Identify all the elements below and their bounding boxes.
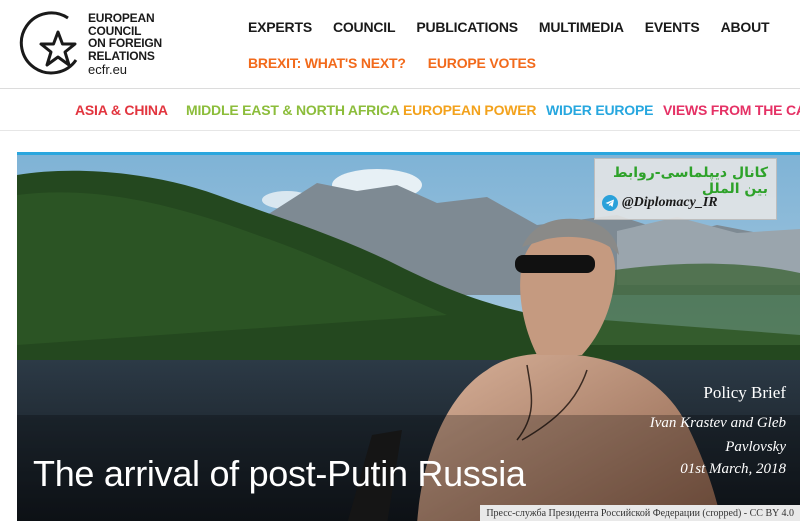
featured-navigation: BREXIT: WHAT'S NEXT? EUROPE VOTES xyxy=(248,55,558,71)
nav-brexit[interactable]: BREXIT: WHAT'S NEXT? xyxy=(248,55,406,71)
category-views-from-capitals[interactable]: VIEWS FROM THE CAP xyxy=(663,102,800,118)
nav-experts[interactable]: EXPERTS xyxy=(248,19,312,35)
logo-line: ON FOREIGN xyxy=(88,36,163,50)
logo-wordmark: EUROPEAN COUNCIL ON FOREIGN RELATIONS xyxy=(88,12,162,62)
telegram-icon xyxy=(602,195,618,211)
nav-about[interactable]: ABOUT xyxy=(721,19,770,35)
top-navigation: EXPERTS COUNCIL PUBLICATIONS MULTIMEDIA … xyxy=(248,19,790,35)
publication-date: 01st March, 2018 xyxy=(680,461,786,477)
nav-europe-votes[interactable]: EUROPE VOTES xyxy=(428,55,536,71)
nav-multimedia[interactable]: MULTIMEDIA xyxy=(539,19,624,35)
logo-line: RELATIONS xyxy=(88,48,155,63)
logo-url: ecfr.eu xyxy=(88,62,128,77)
watermark-channel-name: کانال دیپلماسی-روابط بین الملل xyxy=(613,165,768,197)
photo-credit: Пресс-служба Президента Российской Федер… xyxy=(480,505,800,521)
nav-publications[interactable]: PUBLICATIONS xyxy=(416,19,518,35)
category-bar: ASIA & CHINA MIDDLE EAST & NORTH AFRICA … xyxy=(0,89,800,131)
category-european-power[interactable]: EUROPEAN POWER xyxy=(403,102,537,118)
category-mena[interactable]: MIDDLE EAST & NORTH AFRICA xyxy=(186,102,400,118)
star-circle-logo-icon xyxy=(19,11,78,75)
article-title[interactable]: The arrival of post-Putin Russia xyxy=(33,453,526,495)
authors-line: Pavlovsky xyxy=(725,439,786,455)
category-asia-china[interactable]: ASIA & CHINA xyxy=(75,102,168,118)
watermark-handle-text: @Diplomacy_IR xyxy=(622,195,718,210)
policy-brief-meta: Policy Brief Ivan Krastev and Gleb Pavlo… xyxy=(650,383,786,478)
category-wider-europe[interactable]: WIDER EUROPE xyxy=(546,102,653,118)
channel-watermark: کانال دیپلماسی-روابط بین الملل @Diplomac… xyxy=(594,158,777,220)
logo-line: EUROPEAN xyxy=(88,11,155,25)
nav-events[interactable]: EVENTS xyxy=(645,19,700,35)
watermark-handle: @Diplomacy_IR xyxy=(602,195,718,211)
publication-type: Policy Brief xyxy=(703,383,786,402)
authors-line: Ivan Krastev and Gleb xyxy=(649,415,786,431)
site-header: EUROPEAN COUNCIL ON FOREIGN RELATIONS ec… xyxy=(0,0,800,88)
nav-council[interactable]: COUNCIL xyxy=(333,19,396,35)
ecfr-logo[interactable]: EUROPEAN COUNCIL ON FOREIGN RELATIONS ec… xyxy=(18,8,188,84)
